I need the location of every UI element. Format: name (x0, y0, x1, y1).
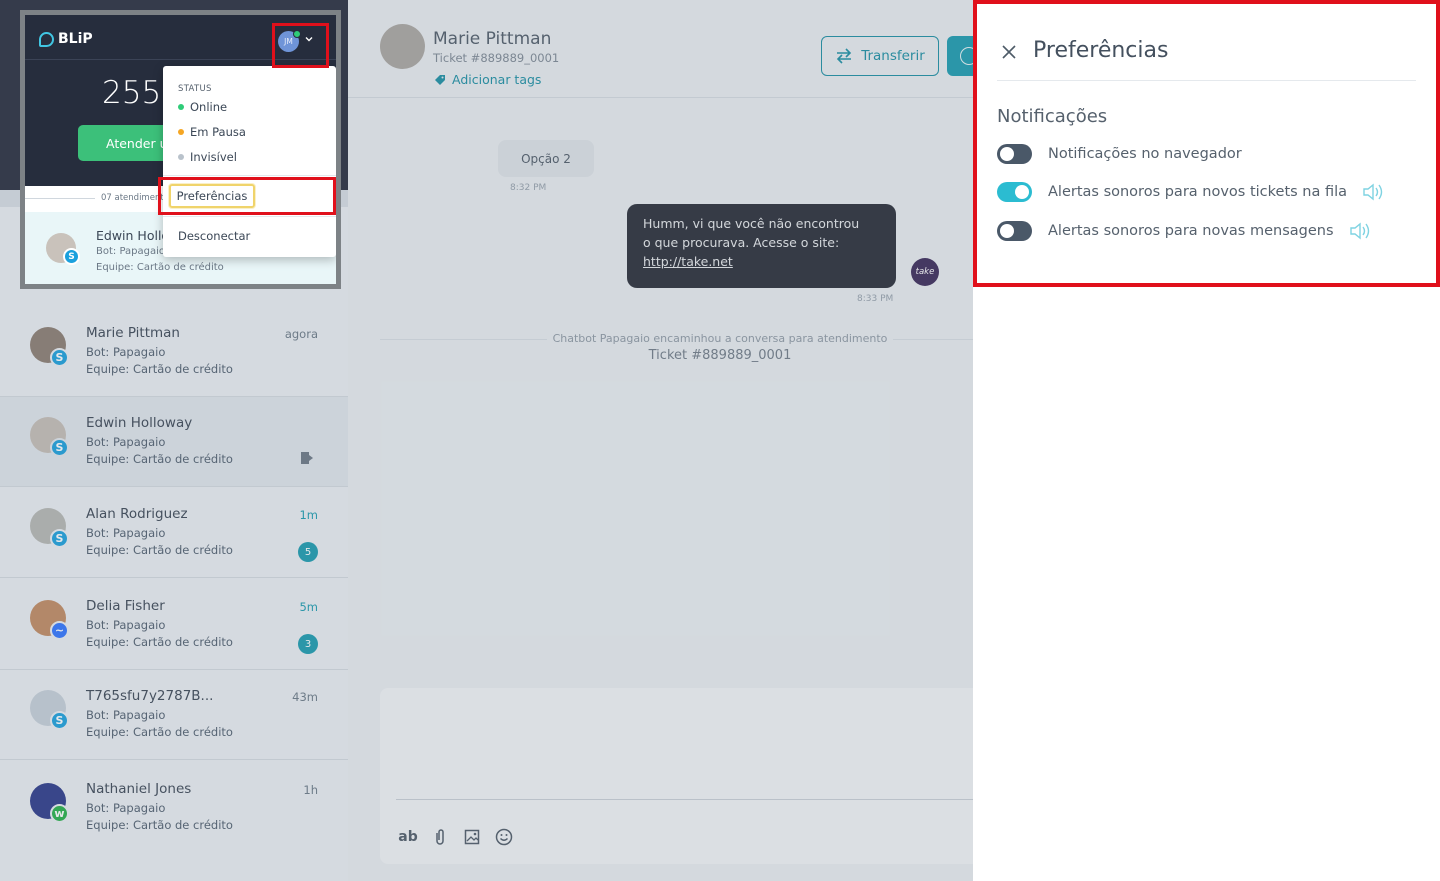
conversation-item[interactable]: ~ Delia Fisher Bot: Papagaio Equipe: Car… (0, 580, 348, 670)
bot-name: Bot: Papagaio (86, 618, 166, 632)
blip-logo: BLiP (39, 31, 93, 47)
status-heading: STATUS (178, 84, 212, 94)
bot-name: Bot: Papagaio (86, 801, 166, 815)
skype-icon: S (50, 438, 69, 457)
transfer-arrows-icon (837, 48, 852, 64)
conversation-item[interactable]: S T765sfu7y2787B... Bot: Papagaio Equipe… (0, 670, 348, 760)
skype-icon: S (63, 248, 80, 265)
message-time: 8:33 PM (857, 294, 894, 304)
user-menu-dropdown: STATUS Online Em Pausa Invisível Preferê… (163, 66, 336, 257)
status-label: Em Pausa (190, 125, 246, 139)
contact-name: Alan Rodriguez (86, 506, 188, 522)
queue-label: 07 atendiment (101, 193, 164, 203)
bot-name: Bot: Papagaio (96, 246, 166, 257)
text-format-icon[interactable]: ab (397, 826, 419, 848)
bot-name: Bot: Papagaio (86, 435, 166, 449)
chat-header: Marie Pittman Ticket #889889_0001 Adicio… (348, 0, 973, 98)
status-dot (178, 129, 184, 135)
status-label: Online (190, 100, 228, 114)
contact-name: Edwin Holloway (86, 415, 193, 431)
team-name: Equipe: Cartão de crédito (86, 725, 233, 739)
skype-icon: S (50, 348, 69, 367)
emoji-icon[interactable] (493, 826, 515, 848)
contact-name: Edwin Hollo (96, 228, 170, 243)
timestamp: 1h (303, 783, 318, 797)
attachment-icon[interactable] (429, 826, 451, 848)
brand-name: BLiP (58, 31, 93, 47)
message-line: Humm, vi que você não encontrou (643, 216, 860, 231)
message-time: 8:32 PM (510, 183, 547, 193)
ticket-number: Ticket #889889_0001 (433, 51, 560, 65)
system-message-text: Chatbot Papagaio encaminhou a conversa p… (546, 332, 894, 345)
contact-name: T765sfu7y2787B... (86, 688, 214, 704)
exit-door-icon[interactable] (300, 451, 314, 465)
conversation-item[interactable]: S Alan Rodriguez Bot: Papagaio Equipe: C… (0, 488, 348, 578)
bot-name: Bot: Papagaio (86, 345, 166, 359)
highlight-box (158, 177, 336, 215)
transfer-label: Transferir (861, 48, 925, 64)
whatsapp-icon: w (50, 804, 69, 823)
transfer-button[interactable]: Transferir (821, 36, 939, 76)
bot-name: Bot: Papagaio (86, 526, 166, 540)
contact-avatar (380, 24, 425, 69)
status-pause-option[interactable]: Em Pausa (178, 125, 246, 139)
team-name: Equipe: Cartão de crédito (86, 635, 233, 649)
team-name: Equipe: Cartão de crédito (86, 362, 233, 376)
zoomed-menu-inset: BLiP JM 255 Atender u 07 atendiment S Ed… (20, 10, 341, 289)
incoming-message: Opção 2 (498, 140, 594, 177)
team-name: Equipe: Cartão de crédito (86, 452, 233, 466)
chat-panel: Marie Pittman Ticket #889889_0001 Adicio… (348, 0, 973, 881)
highlight-box (272, 23, 329, 68)
timestamp: 1m (299, 508, 318, 522)
message-link[interactable]: http://take.net (643, 254, 733, 269)
bot-avatar: take (911, 258, 939, 286)
outgoing-message: Humm, vi que você não encontrou o que pr… (627, 204, 896, 288)
skype-icon: S (50, 529, 69, 548)
message-line: o que procurava. Acesse o site: (643, 235, 840, 250)
conversation-item[interactable]: w Nathaniel Jones Bot: Papagaio Equipe: … (0, 763, 348, 853)
tag-icon (435, 74, 445, 85)
team-name: Equipe: Cartão de crédito (96, 262, 224, 273)
messenger-icon: ~ (50, 621, 69, 640)
status-dot (178, 104, 184, 110)
contact-name: Marie Pittman (86, 325, 180, 341)
timestamp: agora (284, 327, 318, 341)
chat-bubble-icon (39, 31, 54, 47)
image-icon[interactable] (461, 826, 483, 848)
menu-divider (163, 175, 336, 176)
team-name: Equipe: Cartão de crédito (86, 543, 233, 557)
contact-name: Delia Fisher (86, 598, 165, 614)
skype-icon: S (50, 711, 69, 730)
status-dot (178, 154, 184, 160)
highlight-box (973, 0, 1440, 287)
add-tags-label: Adicionar tags (452, 72, 542, 87)
message-composer[interactable]: ab (380, 688, 973, 864)
timestamp: 43m (292, 690, 318, 704)
team-name: Equipe: Cartão de crédito (86, 818, 233, 832)
status-label: Invisível (190, 150, 237, 164)
contact-name: Nathaniel Jones (86, 781, 192, 797)
system-ticket: Ticket #889889_0001 (648, 348, 792, 363)
conversation-item[interactable]: S Marie Pittman Bot: Papagaio Equipe: Ca… (0, 307, 348, 397)
divider-line (25, 198, 95, 199)
conversation-item[interactable]: S Edwin Holloway Bot: Papagaio Equipe: C… (0, 397, 348, 487)
status-online-option[interactable]: Online (178, 100, 227, 114)
add-tags-link[interactable]: Adicionar tags (434, 72, 541, 87)
finish-button[interactable] (947, 36, 973, 76)
composer-divider (396, 799, 973, 800)
unread-count-badge: 5 (298, 542, 318, 562)
status-invisible-option[interactable]: Invisível (178, 150, 237, 164)
system-message: Chatbot Papagaio encaminhou a conversa p… (348, 332, 973, 345)
unread-count-badge: 3 (298, 634, 318, 654)
disconnect-menu-item[interactable]: Desconectar (178, 229, 250, 243)
check-circle-icon (960, 47, 973, 65)
menu-divider (163, 216, 336, 217)
timestamp: 5m (299, 600, 318, 614)
bot-name: Bot: Papagaio (86, 708, 166, 722)
queue-count: 255 (102, 75, 162, 111)
contact-name: Marie Pittman (433, 29, 552, 49)
